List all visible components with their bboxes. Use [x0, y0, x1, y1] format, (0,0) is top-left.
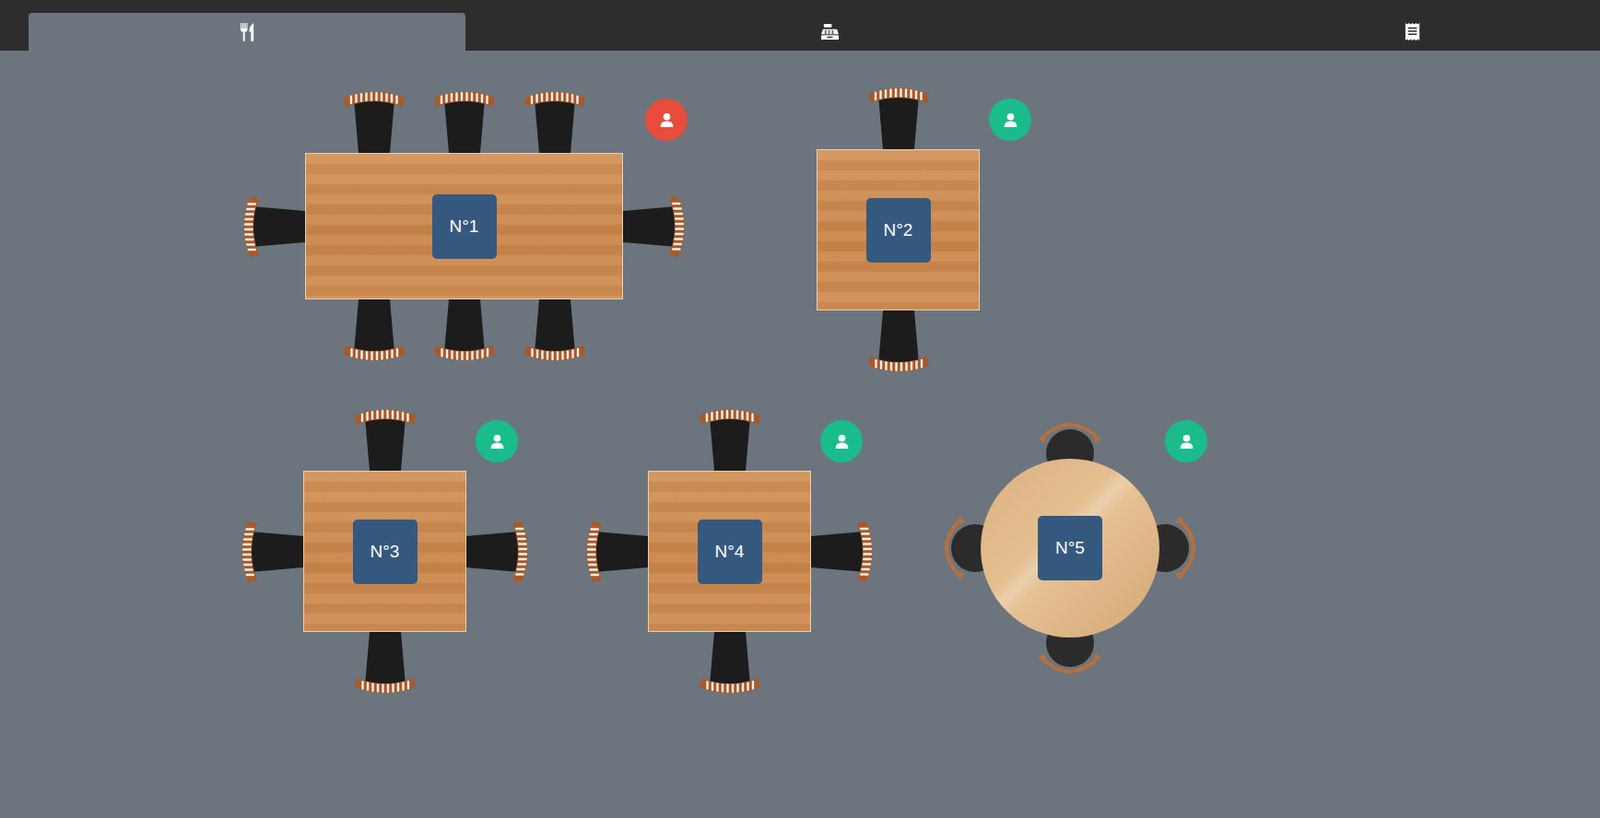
pos-app: N°1 N°2 N°3 N°4 N°5 [0, 0, 1600, 818]
table-status-badge[interactable] [645, 98, 688, 142]
table-number: N°3 [352, 519, 418, 585]
tabletop: N°5 [980, 458, 1160, 638]
tab[interactable] [1193, 12, 1600, 51]
tabletop: N°1 [305, 152, 624, 300]
person-icon [489, 434, 506, 450]
chair [338, 299, 411, 365]
chair [862, 310, 935, 376]
chair [811, 516, 876, 589]
chair [428, 88, 501, 153]
table-status-badge[interactable] [820, 420, 863, 463]
dining-table[interactable]: N°1 [240, 88, 688, 365]
chair [583, 516, 648, 589]
tab[interactable] [28, 12, 466, 51]
table-number: N°2 [866, 198, 931, 263]
dining-table[interactable]: N°5 [938, 416, 1202, 681]
cash-register-icon [820, 22, 840, 42]
floor-plan: N°1 N°2 N°3 N°4 N°5 [0, 50, 1600, 818]
person-icon [1002, 112, 1019, 129]
table-number: N°5 [1037, 516, 1103, 581]
table-status-badge[interactable] [988, 98, 1032, 142]
chair [349, 406, 422, 471]
tab[interactable] [611, 12, 1048, 51]
receipt-icon [1402, 22, 1423, 42]
table-number: N°1 [432, 194, 497, 259]
chair [518, 88, 591, 153]
tab-bar [0, 0, 1600, 51]
person-icon [834, 434, 850, 450]
chair [466, 516, 531, 589]
cutlery-icon [237, 22, 258, 42]
chair [238, 516, 304, 589]
chair [862, 84, 935, 150]
tabletop: N°3 [303, 470, 467, 633]
table-number: N°4 [697, 519, 763, 585]
chair [338, 88, 411, 153]
table-status-badge[interactable] [1164, 420, 1208, 463]
chair [518, 299, 591, 365]
chair [240, 190, 306, 263]
chair [349, 632, 422, 697]
person-icon [1178, 434, 1195, 450]
tabletop: N°4 [647, 470, 812, 633]
dining-table[interactable]: N°2 [816, 84, 980, 376]
tabletop: N°2 [816, 149, 980, 311]
chair [694, 632, 766, 697]
chair [623, 190, 688, 263]
table-status-badge[interactable] [475, 420, 518, 463]
person-icon [658, 112, 675, 129]
chair [694, 406, 766, 471]
chair [428, 299, 501, 365]
